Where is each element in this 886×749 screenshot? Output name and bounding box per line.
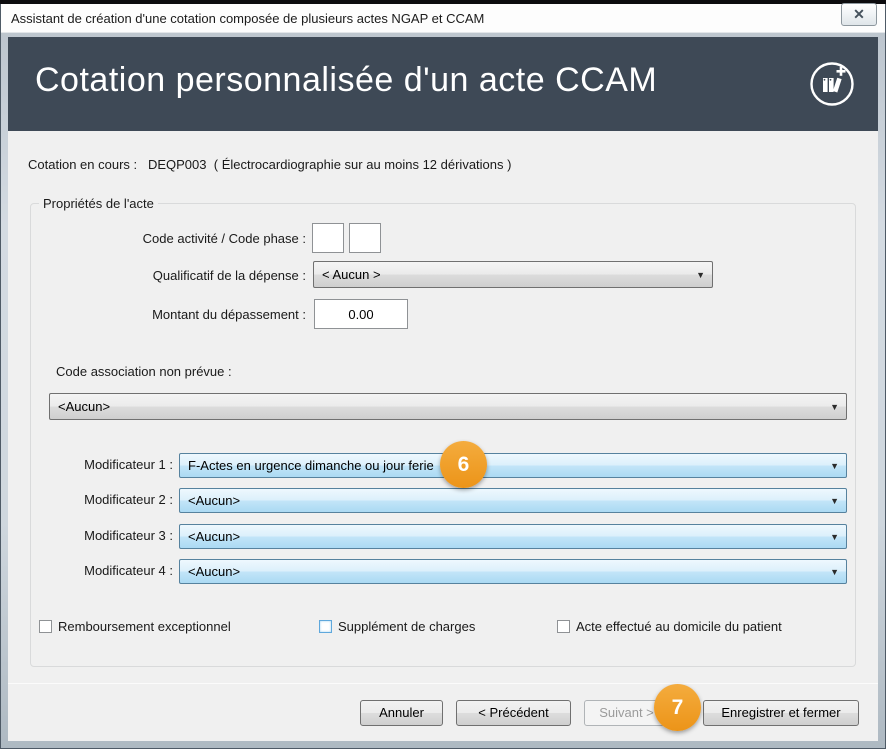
montant-label: Montant du dépassement : [36, 307, 306, 322]
qualificatif-label: Qualificatif de la dépense : [36, 268, 306, 283]
chevron-down-icon: ▼ [830, 460, 839, 470]
checkbox-label: Supplément de charges [338, 619, 475, 634]
checkbox-domicile[interactable]: Acte effectué au domicile du patient [557, 619, 782, 634]
modificateur-1-value: F-Actes en urgence dimanche ou jour feri… [188, 458, 434, 473]
association-value: <Aucun> [58, 399, 110, 414]
modificateur-4-select[interactable]: <Aucun> ▼ [179, 559, 847, 584]
montant-input[interactable] [314, 299, 408, 329]
current-cotation-code: DEQP003 [148, 157, 207, 172]
modificateur-4-label: Modificateur 4 : [63, 563, 173, 578]
modificateur-2-select[interactable]: <Aucun> ▼ [179, 488, 847, 513]
modificateur-4-value: <Aucun> [188, 564, 240, 579]
annuler-button[interactable]: Annuler [360, 700, 443, 726]
dialog-window: Assistant de création d'une cotation com… [0, 0, 886, 749]
window-title: Assistant de création d'une cotation com… [11, 11, 484, 26]
footer-separator [8, 683, 878, 684]
books-plus-icon [808, 60, 856, 108]
proprietes-groupbox: Propriétés de l'acte Code activité / Cod… [30, 203, 856, 667]
checkbox-box[interactable] [39, 620, 52, 633]
dialog-content: Cotation en cours : DEQP003 ( Électrocar… [8, 131, 878, 741]
modificateur-1-label: Modificateur 1 : [63, 457, 173, 472]
page-header: Cotation personnalisée d'un acte CCAM [8, 37, 878, 131]
modificateur-1-select[interactable]: F-Actes en urgence dimanche ou jour feri… [179, 453, 847, 478]
code-activite-label: Code activité / Code phase : [36, 231, 306, 246]
modificateur-2-value: <Aucun> [188, 493, 240, 508]
step-badge-7: 7 [654, 684, 701, 731]
checkbox-label: Remboursement exceptionnel [58, 619, 231, 634]
modificateur-3-value: <Aucun> [188, 529, 240, 544]
modificateur-3-select[interactable]: <Aucun> ▼ [179, 524, 847, 549]
association-label: Code association non prévue : [56, 364, 232, 379]
checkbox-remboursement[interactable]: Remboursement exceptionnel [39, 619, 231, 634]
precedent-button[interactable]: < Précédent [456, 700, 571, 726]
chevron-down-icon: ▼ [830, 495, 839, 505]
chevron-down-icon: ▼ [830, 401, 839, 411]
step-badge-6: 6 [440, 441, 487, 488]
current-cotation-description: ( Électrocardiographie sur au moins 12 d… [214, 157, 512, 172]
current-cotation: Cotation en cours : DEQP003 ( Électrocar… [28, 157, 511, 172]
qualificatif-select[interactable]: < Aucun > ▼ [313, 261, 713, 288]
checkbox-label: Acte effectué au domicile du patient [576, 619, 782, 634]
checkbox-box[interactable] [557, 620, 570, 633]
code-activite-input[interactable] [312, 223, 344, 253]
checkbox-box[interactable] [319, 620, 332, 633]
enregistrer-button[interactable]: Enregistrer et fermer [703, 700, 859, 726]
association-select[interactable]: <Aucun> ▼ [49, 393, 847, 420]
qualificatif-value: < Aucun > [322, 267, 381, 282]
close-icon: ✕ [842, 4, 876, 25]
checkbox-supplement[interactable]: Supplément de charges [319, 619, 475, 634]
close-button[interactable]: ✕ [841, 3, 877, 26]
groupbox-legend: Propriétés de l'acte [39, 196, 158, 211]
modificateur-3-label: Modificateur 3 : [63, 528, 173, 543]
chevron-down-icon: ▼ [830, 566, 839, 576]
chevron-down-icon: ▼ [696, 269, 705, 279]
titlebar[interactable]: Assistant de création d'une cotation com… [1, 4, 885, 33]
modificateur-2-label: Modificateur 2 : [63, 492, 173, 507]
code-phase-input[interactable] [349, 223, 381, 253]
page-title: Cotation personnalisée d'un acte CCAM [35, 61, 657, 100]
chevron-down-icon: ▼ [830, 531, 839, 541]
current-cotation-label: Cotation en cours : [28, 157, 137, 172]
